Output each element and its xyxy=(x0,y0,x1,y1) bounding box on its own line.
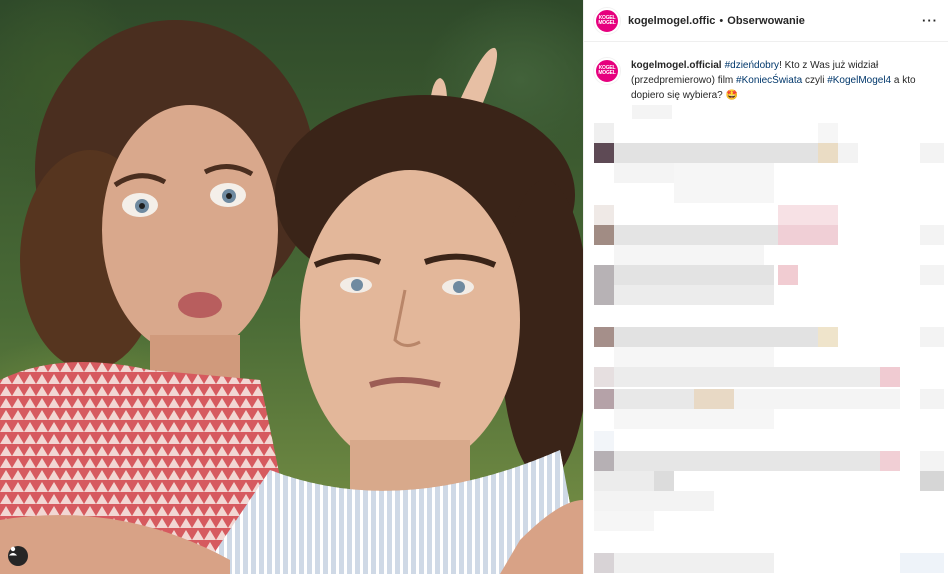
caption-avatar[interactable]: KOGEL MOGEL xyxy=(594,58,620,84)
caption-fragment: czyli xyxy=(802,75,828,86)
profile-username-link[interactable]: kogelmogel.offic xyxy=(628,15,715,27)
avatar-logo-bottom: MOGEL xyxy=(598,19,616,26)
avatar-logo-bottom: MOGEL xyxy=(598,70,616,76)
user-icon xyxy=(9,546,17,556)
blurred-comments xyxy=(584,105,948,574)
hashtag-link[interactable]: #dzieńdobry xyxy=(725,60,779,71)
emoji: 🤩 xyxy=(725,90,738,101)
post-header: KOGEL MOGEL kogelmogel.offic • Obserwowa… xyxy=(584,0,948,42)
caption-text: kogelmogel.official #dzieńdobry! Kto z Wa… xyxy=(631,58,934,103)
hashtag-link[interactable]: #KoniecŚwiata xyxy=(736,75,802,86)
post-side-panel: KOGEL MOGEL kogelmogel.offic • Obserwowa… xyxy=(583,0,948,574)
post-caption: KOGEL MOGEL kogelmogel.official #dzieńdob… xyxy=(584,42,948,103)
hashtag-link[interactable]: #KogelMogel4 xyxy=(827,75,891,86)
separator-dot: • xyxy=(719,14,724,27)
post-photo[interactable] xyxy=(0,0,583,574)
photo-illustration xyxy=(0,20,583,574)
ellipsis-icon[interactable]: ··· xyxy=(922,13,938,28)
following-button[interactable]: Obserwowanie xyxy=(727,15,805,27)
caption-username-link[interactable]: kogelmogel.official xyxy=(631,60,722,71)
profile-avatar[interactable]: KOGEL MOGEL xyxy=(594,7,620,34)
tagged-people-button[interactable] xyxy=(8,546,28,566)
